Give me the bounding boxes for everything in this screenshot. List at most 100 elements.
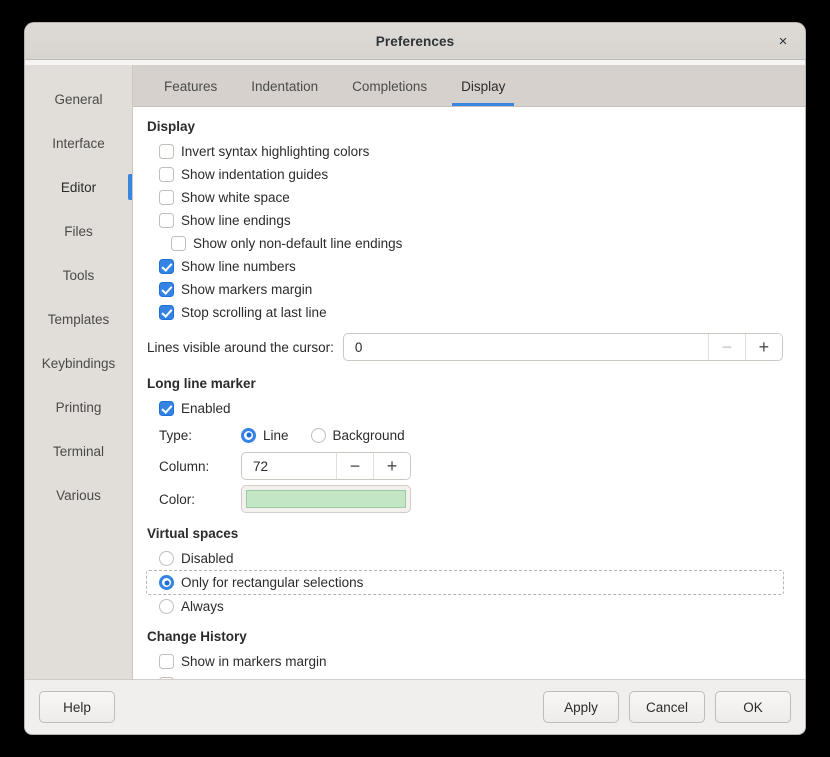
checkbox-label: Invert syntax highlighting colors [181, 144, 370, 159]
sidebar-item-files[interactable]: Files [25, 209, 132, 253]
lines-visible-value[interactable]: 0 [344, 334, 708, 360]
preferences-dialog: Preferences × General Interface Editor F… [25, 23, 805, 734]
radio-label: Disabled [181, 551, 234, 566]
checkbox-label: Show line numbers [181, 259, 296, 274]
color-label: Color: [159, 491, 196, 507]
radio-type-line[interactable] [241, 427, 256, 443]
checkbox-show-markers-margin[interactable] [159, 282, 174, 297]
sidebar-item-interface[interactable]: Interface [25, 121, 132, 165]
screen: Preferences × General Interface Editor F… [0, 0, 830, 757]
tab-bar: Features Indentation Completions Display [133, 65, 805, 107]
radio-virtual-spaces-always[interactable] [159, 599, 174, 614]
help-button[interactable]: Help [39, 691, 115, 723]
sidebar-item-label: Templates [47, 311, 110, 327]
checkbox-row-change-history-underline[interactable]: Show as underline indicators [147, 673, 791, 679]
sidebar-item-label: Keybindings [41, 355, 116, 371]
column-spinner[interactable]: 72 − + [241, 452, 411, 480]
plus-icon[interactable]: + [373, 453, 410, 479]
checkbox-row-line-endings[interactable]: Show line endings [147, 209, 791, 232]
dialog-body: General Interface Editor Files Tools Tem… [25, 60, 805, 679]
checkbox-show-indentation-guides[interactable] [159, 167, 174, 182]
sidebar-item-label: Interface [52, 135, 105, 151]
checkbox-label: Show line endings [181, 213, 291, 228]
minus-icon[interactable]: − [707, 334, 745, 360]
tab-label: Indentation [251, 78, 319, 94]
type-label: Type: [159, 427, 193, 443]
checkbox-label: Show markers margin [181, 282, 313, 297]
long-line-marker-section-title: Long line marker [147, 376, 256, 391]
checkbox-invert-syntax-highlighting-colors[interactable] [159, 144, 174, 159]
title-bar: Preferences × [25, 23, 805, 60]
minus-icon[interactable]: − [336, 453, 373, 479]
radio-type-background[interactable] [310, 427, 326, 443]
apply-button[interactable]: Apply [542, 691, 619, 723]
cancel-button[interactable]: Cancel [628, 691, 705, 723]
tab-features[interactable]: Features [147, 66, 234, 106]
tab-completions[interactable]: Completions [335, 66, 444, 106]
radio-label: Always [181, 599, 224, 614]
checkbox-show-line-endings[interactable] [159, 213, 174, 228]
plus-icon[interactable]: + [744, 334, 782, 360]
sidebar-item-printing[interactable]: Printing [25, 385, 132, 429]
lines-visible-spinner[interactable]: 0 − + [342, 333, 783, 361]
sidebar-item-various[interactable]: Various [25, 473, 132, 517]
radio-virtual-spaces-rectangular-selections[interactable] [159, 575, 174, 590]
tab-display[interactable]: Display [444, 66, 522, 106]
checkbox-stop-scrolling-at-last-line[interactable] [159, 305, 174, 320]
tab-label: Features [164, 78, 218, 94]
tab-label: Display [461, 78, 506, 94]
radio-label: Line [263, 427, 289, 443]
long-line-type-row: Type: Line Background [147, 420, 791, 450]
checkbox-label: Show as underline indicators [181, 677, 354, 679]
checkbox-show-as-underline-indicators[interactable] [159, 677, 174, 679]
ok-button[interactable]: OK [715, 691, 791, 723]
radio-row-virtual-rectangular[interactable]: Only for rectangular selections [146, 570, 784, 595]
lines-visible-label: Lines visible around the cursor: [147, 339, 334, 355]
checkbox-row-line-numbers[interactable]: Show line numbers [147, 255, 791, 278]
checkbox-row-markers-margin[interactable]: Show markers margin [147, 278, 791, 301]
checkbox-show-line-numbers[interactable] [159, 259, 174, 274]
sidebar-item-general[interactable]: General [25, 77, 132, 121]
sidebar-item-label: Printing [55, 399, 102, 415]
radio-row-virtual-always[interactable]: Always [147, 595, 791, 618]
checkbox-show-only-non-default-line-endings[interactable] [171, 236, 186, 251]
checkbox-row-long-line-enabled[interactable]: Enabled [147, 397, 791, 420]
sidebar-item-label: Terminal [52, 443, 104, 459]
display-settings-content: Display Invert syntax highlighting color… [133, 107, 805, 679]
window-title: Preferences [375, 33, 455, 49]
sidebar-item-terminal[interactable]: Terminal [25, 429, 132, 473]
color-swatch [246, 490, 406, 508]
column-label: Column: [159, 458, 210, 474]
checkbox-show-in-markers-margin[interactable] [159, 654, 174, 669]
sidebar: General Interface Editor Files Tools Tem… [25, 65, 133, 679]
sidebar-item-keybindings[interactable]: Keybindings [25, 341, 132, 385]
checkbox-row-non-default-line-endings[interactable]: Show only non-default line endings [147, 232, 791, 255]
checkbox-show-white-space[interactable] [159, 190, 174, 205]
sidebar-item-tools[interactable]: Tools [25, 253, 132, 297]
virtual-spaces-section-title: Virtual spaces [147, 526, 239, 541]
color-picker-button[interactable] [241, 485, 411, 513]
sidebar-item-editor[interactable]: Editor [25, 165, 132, 209]
radio-row-virtual-disabled[interactable]: Disabled [147, 547, 791, 570]
checkbox-long-line-marker-enabled[interactable] [159, 401, 174, 416]
checkbox-label: Enabled [181, 401, 231, 416]
close-icon[interactable]: × [771, 29, 795, 53]
long-line-color-row: Color: [147, 482, 791, 516]
checkbox-row-indentation-guides[interactable]: Show indentation guides [147, 163, 791, 186]
checkbox-label: Show only non-default line endings [193, 236, 403, 251]
checkbox-label: Show indentation guides [181, 167, 329, 182]
sidebar-item-label: General [54, 91, 103, 107]
sidebar-item-templates[interactable]: Templates [25, 297, 132, 341]
checkbox-row-change-history-markers[interactable]: Show in markers margin [147, 650, 791, 673]
checkbox-row-white-space[interactable]: Show white space [147, 186, 791, 209]
sidebar-item-label: Editor [60, 179, 97, 195]
radio-label: Only for rectangular selections [181, 575, 364, 590]
column-value[interactable]: 72 [242, 453, 336, 479]
checkbox-row-stop-scrolling[interactable]: Stop scrolling at last line [147, 301, 791, 324]
long-line-column-row: Column: 72 − + [147, 450, 791, 482]
sidebar-item-label: Files [64, 223, 93, 239]
checkbox-row-invert-syntax[interactable]: Invert syntax highlighting colors [147, 140, 791, 163]
tab-label: Completions [352, 78, 428, 94]
radio-virtual-spaces-disabled[interactable] [159, 551, 174, 566]
tab-indentation[interactable]: Indentation [234, 66, 335, 106]
